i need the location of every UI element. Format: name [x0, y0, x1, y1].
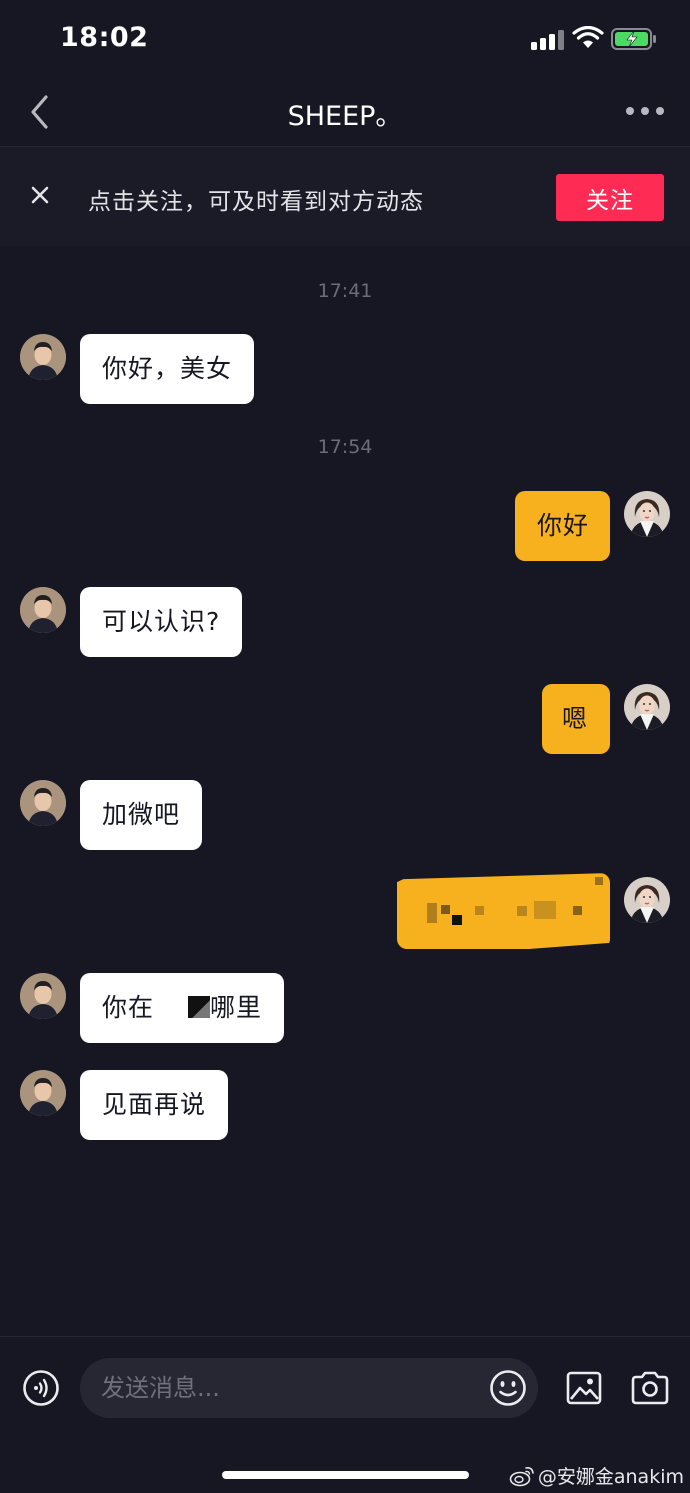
message-bubble-outgoing[interactable]: 你好	[515, 491, 610, 561]
message-bubble-redacted[interactable]	[397, 873, 610, 949]
battery-icon	[611, 28, 656, 50]
message-bubble-incoming[interactable]: 见面再说	[80, 1070, 229, 1140]
avatar-image	[624, 491, 670, 537]
message-text: 哪里	[210, 993, 263, 1022]
input-bar	[0, 1336, 690, 1446]
signal-icon	[531, 28, 565, 50]
home-indicator	[222, 1471, 469, 1479]
chat-title: SHEEP。	[287, 101, 403, 132]
wifi-icon	[572, 26, 604, 48]
status-bar: 18:02	[0, 0, 690, 76]
avatar-image	[20, 973, 66, 1019]
timestamp: 17:41	[317, 280, 373, 302]
redaction-pixel	[427, 903, 437, 923]
message-bubble-outgoing[interactable]: 嗯	[542, 684, 610, 754]
redaction-pixel	[573, 906, 582, 915]
nav-bar: SHEEP。	[0, 76, 690, 146]
avatar-sender[interactable]	[20, 973, 66, 1019]
avatar-sender[interactable]	[20, 1070, 66, 1116]
camera-icon[interactable]	[630, 1369, 670, 1407]
avatar-image	[624, 684, 670, 730]
close-icon[interactable]	[28, 183, 52, 207]
avatar-sender[interactable]	[20, 587, 66, 633]
avatar-sender[interactable]	[20, 780, 66, 826]
avatar-self[interactable]	[624, 877, 670, 923]
follow-banner-text: 点击关注，可及时看到对方动态	[88, 189, 424, 215]
avatar-self[interactable]	[624, 491, 670, 537]
redaction-pixel	[517, 906, 527, 916]
avatar-image	[20, 1070, 66, 1116]
image-icon[interactable]	[565, 1369, 603, 1407]
message-bubble-incoming[interactable]: 加微吧	[80, 780, 203, 850]
redaction-pixel	[441, 905, 450, 914]
avatar-sender[interactable]	[20, 334, 66, 380]
avatar-self[interactable]	[624, 684, 670, 730]
watermark-text: @安娜金anakim	[537, 1466, 684, 1488]
message-bubble-incoming[interactable]: 你在 哪里	[80, 973, 285, 1043]
message-bubble-incoming[interactable]: 可以认识?	[80, 587, 243, 657]
redaction-pixel	[534, 901, 556, 919]
avatar-image	[624, 877, 670, 923]
more-icon[interactable]	[622, 98, 668, 122]
message-input[interactable]	[80, 1358, 538, 1418]
follow-button[interactable]: 关注	[556, 174, 664, 221]
redaction-pixel	[595, 877, 603, 885]
avatar-image	[20, 587, 66, 633]
avatar-image	[20, 334, 66, 380]
message-text: 你在	[102, 993, 155, 1022]
weibo-icon	[509, 1466, 534, 1486]
voice-icon[interactable]	[22, 1369, 60, 1407]
message-bubble-incoming[interactable]: 你好，美女	[80, 334, 255, 404]
watermark: @安娜金anakim	[509, 1462, 684, 1489]
avatar-image	[20, 780, 66, 826]
follow-banner: 点击关注，可及时看到对方动态 关注	[0, 146, 690, 246]
emoji-icon[interactable]	[489, 1369, 527, 1407]
redaction-pixel	[475, 906, 484, 915]
redaction-pixel	[452, 915, 462, 925]
redaction-mark	[188, 996, 211, 1018]
status-time: 18:02	[60, 22, 149, 53]
timestamp: 17:54	[317, 436, 373, 458]
